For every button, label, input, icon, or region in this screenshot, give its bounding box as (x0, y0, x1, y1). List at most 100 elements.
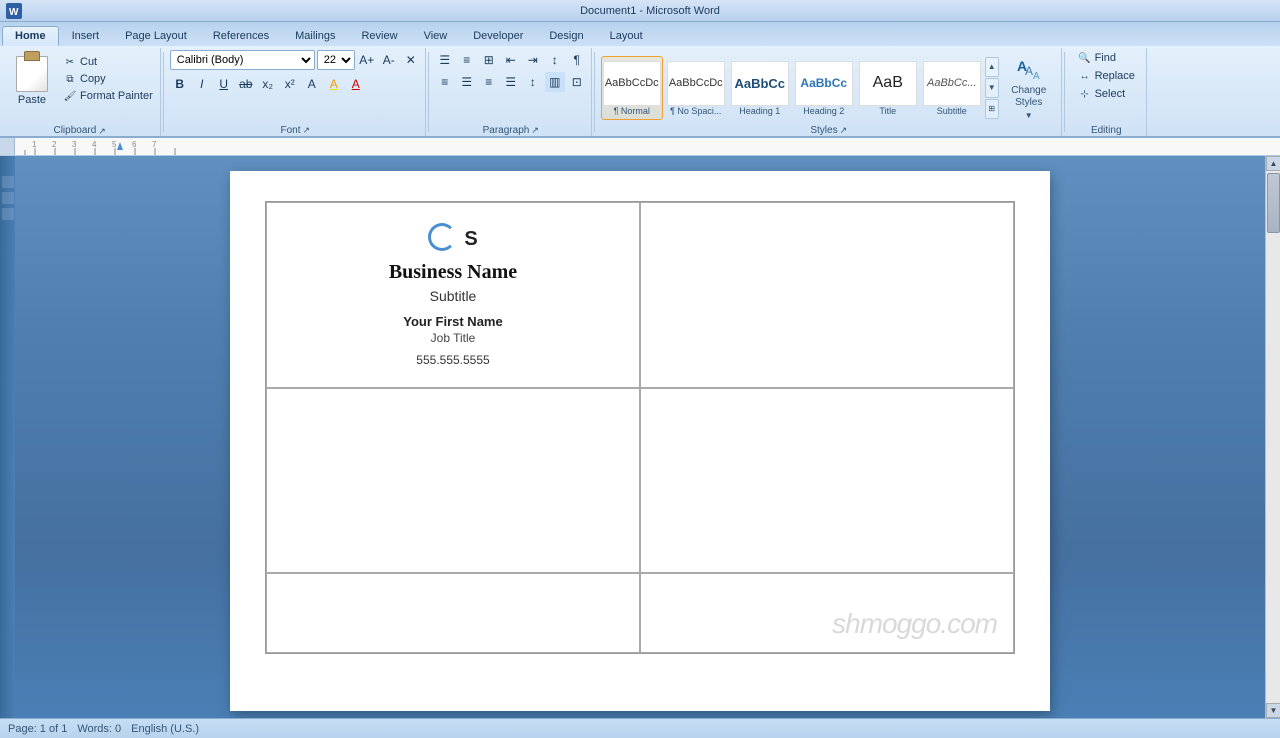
style-title-preview: AaB (859, 61, 917, 106)
svg-text:A: A (1033, 71, 1040, 82)
replace-button[interactable]: ↔ Replace (1075, 68, 1138, 84)
doc-area: S Business Name Subtitle Your First Name… (15, 156, 1265, 718)
style-normal[interactable]: AaBbCcDc ¶ Normal (601, 56, 663, 120)
card-cell-top-left[interactable]: S Business Name Subtitle Your First Name… (266, 202, 640, 388)
scroll-up-button[interactable]: ▲ (1266, 156, 1280, 171)
shading-button[interactable]: ▥ (545, 72, 565, 92)
decrease-indent-button[interactable]: ⇤ (501, 50, 521, 70)
select-button[interactable]: ⊹ Select (1075, 86, 1138, 102)
copy-button[interactable]: ⧉ Copy (60, 71, 156, 87)
style-subtitle-label: Subtitle (937, 106, 967, 117)
font-size-select[interactable]: 22 (317, 50, 355, 70)
card-cell-top-right[interactable] (640, 202, 1014, 388)
style-title[interactable]: AaB Title (857, 56, 919, 120)
svg-text:6: 6 (132, 140, 137, 149)
card-cell-bot-left[interactable] (266, 573, 640, 653)
styles-scroll-up[interactable]: ▲ (985, 57, 999, 77)
style-subtitle[interactable]: AaBbCc... Subtitle (921, 56, 983, 120)
scroll-thumb[interactable] (1267, 173, 1280, 233)
sort-button[interactable]: ↕ (545, 50, 565, 70)
paragraph-group: ☰ ≡ ⊞ ⇤ ⇥ ↕ ¶ ≡ ☰ ≡ ☰ ↕ ▥ ⊡ (431, 48, 592, 136)
font-size-increase-button[interactable]: A+ (357, 50, 377, 70)
align-center-button[interactable]: ☰ (457, 72, 477, 92)
style-heading2-preview: AaBbCc (795, 61, 853, 106)
change-styles-button[interactable]: A A A ChangeStyles ▼ (1001, 56, 1057, 120)
change-styles-dropdown-icon: ▼ (1025, 111, 1033, 120)
borders-button[interactable]: ⊡ (567, 72, 587, 92)
tab-references[interactable]: References (200, 26, 282, 46)
font-row2: B I U ab x₂ x² A A A (170, 74, 421, 94)
underline-button[interactable]: U (214, 74, 234, 94)
tab-layout[interactable]: Layout (597, 26, 656, 46)
left-panel-btn-2[interactable] (2, 192, 14, 204)
tab-view[interactable]: View (411, 26, 461, 46)
font-name-select[interactable]: Calibri (Body) (170, 50, 315, 70)
highlight-button[interactable]: A (324, 74, 344, 94)
style-title-label: Title (879, 106, 896, 117)
title-bar: W Document1 - Microsoft Word (0, 0, 1280, 22)
styles-gallery: AaBbCcDc ¶ Normal AaBbCcDc ¶ No Spaci... (601, 56, 983, 120)
font-size-decrease-button[interactable]: A- (379, 50, 399, 70)
justify-button[interactable]: ☰ (501, 72, 521, 92)
bold-button[interactable]: B (170, 74, 190, 94)
editing-group: 🔍 Find ↔ Replace ⊹ Select Editing (1067, 48, 1147, 136)
tab-insert[interactable]: Insert (59, 26, 113, 46)
styles-controls: AaBbCcDc ¶ Normal AaBbCcDc ¶ No Spaci... (601, 50, 1057, 125)
scroll-down-button[interactable]: ▼ (1266, 703, 1280, 718)
style-normal-text: AaBbCcDc (605, 77, 659, 89)
clear-formatting-button[interactable]: ✕ (401, 50, 421, 70)
styles-scroll-down[interactable]: ▼ (985, 78, 999, 98)
left-panel-btn-1[interactable] (2, 176, 14, 188)
clipboard-expand-icon[interactable]: ↗ (98, 126, 108, 136)
para-expand-icon[interactable]: ↗ (531, 125, 539, 136)
styles-expand-icon[interactable]: ↗ (840, 125, 848, 136)
divider-1 (163, 52, 164, 132)
tab-mailings[interactable]: Mailings (282, 26, 348, 46)
multilevel-list-button[interactable]: ⊞ (479, 50, 499, 70)
tab-developer[interactable]: Developer (460, 26, 536, 46)
superscript-button[interactable]: x² (280, 74, 300, 94)
svg-text:3: 3 (72, 140, 77, 149)
card-cell-mid-right[interactable] (640, 388, 1014, 573)
tab-page-layout[interactable]: Page Layout (112, 26, 200, 46)
paste-label: Paste (18, 94, 46, 106)
format-painter-button[interactable]: 🖌 Format Painter (60, 88, 156, 104)
style-heading2[interactable]: AaBbCc Heading 2 (793, 56, 855, 120)
style-heading2-label: Heading 2 (803, 106, 844, 117)
card-cell-bot-right[interactable]: shmoggo.com (640, 573, 1014, 653)
tab-home[interactable]: Home (2, 26, 59, 46)
replace-label: Replace (1095, 70, 1135, 82)
strikethrough-button[interactable]: ab (236, 74, 256, 94)
cut-button[interactable]: ✂ Cut (60, 54, 156, 70)
line-spacing-button[interactable]: ↕ (523, 72, 543, 92)
align-right-button[interactable]: ≡ (479, 72, 499, 92)
italic-button[interactable]: I (192, 74, 212, 94)
align-left-button[interactable]: ≡ (435, 72, 455, 92)
styles-scroll-expand[interactable]: ⊞ (985, 99, 999, 119)
find-button[interactable]: 🔍 Find (1075, 50, 1138, 66)
font-group-label-row: Font ↗ (280, 125, 310, 136)
tab-design[interactable]: Design (536, 26, 596, 46)
left-panel-btn-3[interactable] (2, 208, 14, 220)
style-heading1-preview: AaBbCc (731, 61, 789, 106)
style-no-spacing-preview: AaBbCcDc (667, 61, 725, 106)
editing-controls: 🔍 Find ↔ Replace ⊹ Select (1075, 50, 1138, 125)
font-color-button[interactable]: A (346, 74, 366, 94)
show-formatting-button[interactable]: ¶ (567, 50, 587, 70)
ribbon-content: Paste ✂ Cut ⧉ Copy 🖌 Format Painter (0, 46, 1280, 136)
card-logo-row: S (428, 223, 477, 255)
cut-icon: ✂ (63, 55, 77, 69)
bullets-button[interactable]: ☰ (435, 50, 455, 70)
style-heading1-text: AaBbCc (734, 76, 785, 91)
numbering-button[interactable]: ≡ (457, 50, 477, 70)
tab-bar: Home Insert Page Layout References Maili… (0, 22, 1280, 46)
subscript-button[interactable]: x₂ (258, 74, 278, 94)
increase-indent-button[interactable]: ⇥ (523, 50, 543, 70)
text-effects-button[interactable]: A (302, 74, 322, 94)
card-cell-mid-left[interactable] (266, 388, 640, 573)
style-heading1[interactable]: AaBbCc Heading 1 (729, 56, 791, 120)
font-expand-icon[interactable]: ↗ (302, 125, 310, 136)
style-no-spacing[interactable]: AaBbCcDc ¶ No Spaci... (665, 56, 727, 120)
paste-button[interactable]: Paste (6, 50, 58, 112)
tab-review[interactable]: Review (348, 26, 410, 46)
